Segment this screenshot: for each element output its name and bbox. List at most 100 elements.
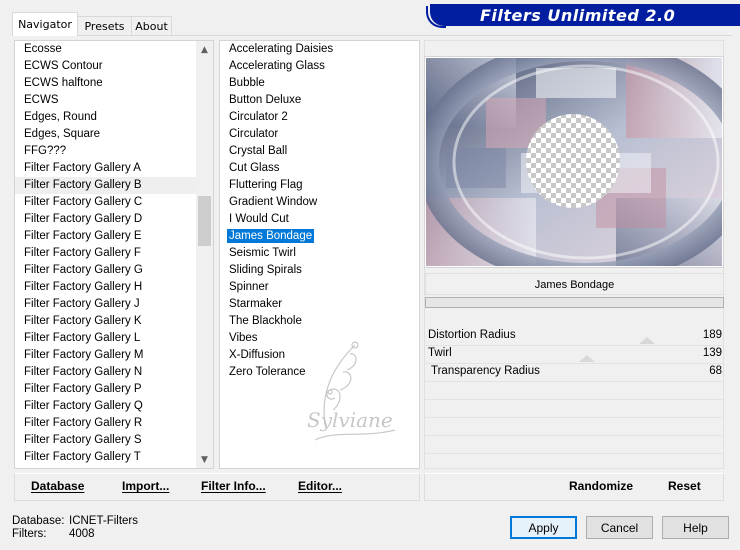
category-item[interactable]: Edges, Square [15,126,196,143]
scroll-up-icon[interactable]: ▲ [196,41,213,58]
slider-thumb-icon[interactable] [639,337,655,344]
filter-item-label: Bubble [229,77,265,89]
category-item[interactable]: Filter Factory Gallery F [15,245,196,262]
filter-list: Accelerating Daisies Accelerating Glass Bu… [220,41,419,468]
category-item[interactable]: Filter Factory Gallery K [15,313,196,330]
filter-item[interactable]: The Blackhole [220,313,419,330]
category-item[interactable]: Filter Factory Gallery R [15,415,196,432]
reset-button[interactable]: Reset [668,479,701,493]
category-list: Ecosse ECWS Contour ECWS halftone ECWS Edges… [15,41,196,468]
tab-navigator[interactable]: Navigator [12,12,78,36]
filter-item[interactable]: Sliding Spirals [220,262,419,279]
category-item[interactable]: Filter Factory Gallery A [15,160,196,177]
category-scrollbar[interactable]: ▲ ▼ [196,41,213,468]
filter-item[interactable]: Accelerating Daisies [220,41,419,58]
scroll-down-icon[interactable]: ▼ [196,451,213,468]
filter-progress-bar [425,297,724,308]
filter-item[interactable]: Circulator 2 [220,109,419,126]
filter-item[interactable]: Crystal Ball [220,143,419,160]
database-button[interactable]: Database [31,479,84,493]
slider-track [425,345,724,346]
param-label: Distortion Radius [428,329,516,341]
filter-item-label: I Would Cut [229,213,289,225]
filter-item[interactable]: Zero Tolerance [220,364,419,381]
tab-divider [12,35,732,36]
category-item[interactable]: Filter Factory Gallery D [15,211,196,228]
filter-item[interactable]: Circulator [220,126,419,143]
filter-item[interactable]: Fluttering Flag [220,177,419,194]
filter-item-label: Circulator [229,128,279,140]
filters-label: Filters: [12,528,47,540]
database-value: ICNET-Filters [69,515,138,527]
category-list-panel: Ecosse ECWS Contour ECWS halftone ECWS Edges… [14,40,214,469]
filter-item[interactable]: Accelerating Glass [220,58,419,75]
filter-item[interactable]: X-Diffusion [220,347,419,364]
slider-track [425,453,724,454]
category-item[interactable]: ECWS Contour [15,58,196,75]
filter-item[interactable]: Vibes [220,330,419,347]
scrollbar-thumb[interactable] [198,196,211,246]
filter-preview-image[interactable] [426,58,722,266]
category-item[interactable]: Filter Factory Gallery Q [15,398,196,415]
category-item[interactable]: Filter Factory Gallery L [15,330,196,347]
editor-button[interactable]: Editor... [298,479,342,493]
slider-track [425,381,724,382]
filter-name-label: James Bondage [425,273,724,295]
param-label: Twirl [428,347,452,359]
slider-thumb-icon[interactable] [579,355,595,362]
import-button[interactable]: Import... [122,479,169,493]
param-distortion-radius[interactable]: Distortion Radius 189 [425,328,724,345]
param-label: Transparency Radius [431,365,540,377]
category-item[interactable]: Filter Factory Gallery N [15,364,196,381]
filters-info: Filters: 4008 [12,528,95,540]
filter-item[interactable]: Cut Glass [220,160,419,177]
filter-item-label: Button Deluxe [229,94,302,106]
filter-item[interactable]: Gradient Window [220,194,419,211]
param-twirl[interactable]: Twirl 139 [425,346,724,363]
filter-item-label: James Bondage [227,229,315,243]
filter-info-button[interactable]: Filter Info... [201,479,266,493]
filter-item[interactable]: Bubble [220,75,419,92]
tab-presets[interactable]: Presets [77,16,132,35]
category-item[interactable]: Edges, Round [15,109,196,126]
filter-item-label: Fluttering Flag [229,179,303,191]
category-item[interactable]: Filter Factory Gallery T [15,449,196,466]
category-item[interactable]: Filter Factory Gallery J [15,296,196,313]
category-item[interactable]: Filter Factory Gallery S [15,432,196,449]
database-label: Database: [12,515,65,527]
help-button[interactable]: Help [662,516,729,539]
filter-item-label: Accelerating Daisies [229,43,334,55]
filter-item[interactable]: Seismic Twirl [220,245,419,262]
category-item[interactable]: FFG??? [15,143,196,160]
category-item[interactable]: Filter Factory Gallery E [15,228,196,245]
param-value: 139 [702,347,722,359]
category-item[interactable]: Filter Factory Gallery C [15,194,196,211]
app-title: Filters Unlimited 2.0 [480,5,676,25]
category-item[interactable]: Filter Factory Gallery B [15,177,196,194]
database-info: Database: ICNET-Filters [12,515,138,527]
param-value: 189 [702,329,722,341]
filter-item-label: Starmaker [229,298,283,310]
preview-canvas [426,58,722,266]
category-item[interactable]: ECWS [15,92,196,109]
filter-item-label: Circulator 2 [229,111,288,123]
filter-item[interactable]: I Would Cut [220,211,419,228]
category-item[interactable]: Ecosse [15,41,196,58]
category-item[interactable]: Filter Factory Gallery P [15,381,196,398]
category-item[interactable]: Filter Factory Gallery H [15,279,196,296]
filter-item[interactable]: Starmaker [220,296,419,313]
apply-button[interactable]: Apply [510,516,577,539]
randomize-button[interactable]: Randomize [569,479,633,493]
filter-item-label: Spinner [229,281,269,293]
category-item[interactable]: ECWS halftone [15,75,196,92]
filter-item[interactable]: Spinner [220,279,419,296]
filter-item[interactable]: James Bondage [220,228,419,245]
param-transparency-radius[interactable]: Transparency Radius 68 [425,364,724,381]
cancel-button[interactable]: Cancel [586,516,653,539]
category-item[interactable]: Filter Factory Gallery M [15,347,196,364]
category-item[interactable]: Filter Factory Gallery G [15,262,196,279]
filter-item-label: Zero Tolerance [229,366,306,378]
tab-about[interactable]: About [131,16,172,35]
filter-item[interactable]: Button Deluxe [220,92,419,109]
filter-item-label: X-Diffusion [229,349,286,361]
